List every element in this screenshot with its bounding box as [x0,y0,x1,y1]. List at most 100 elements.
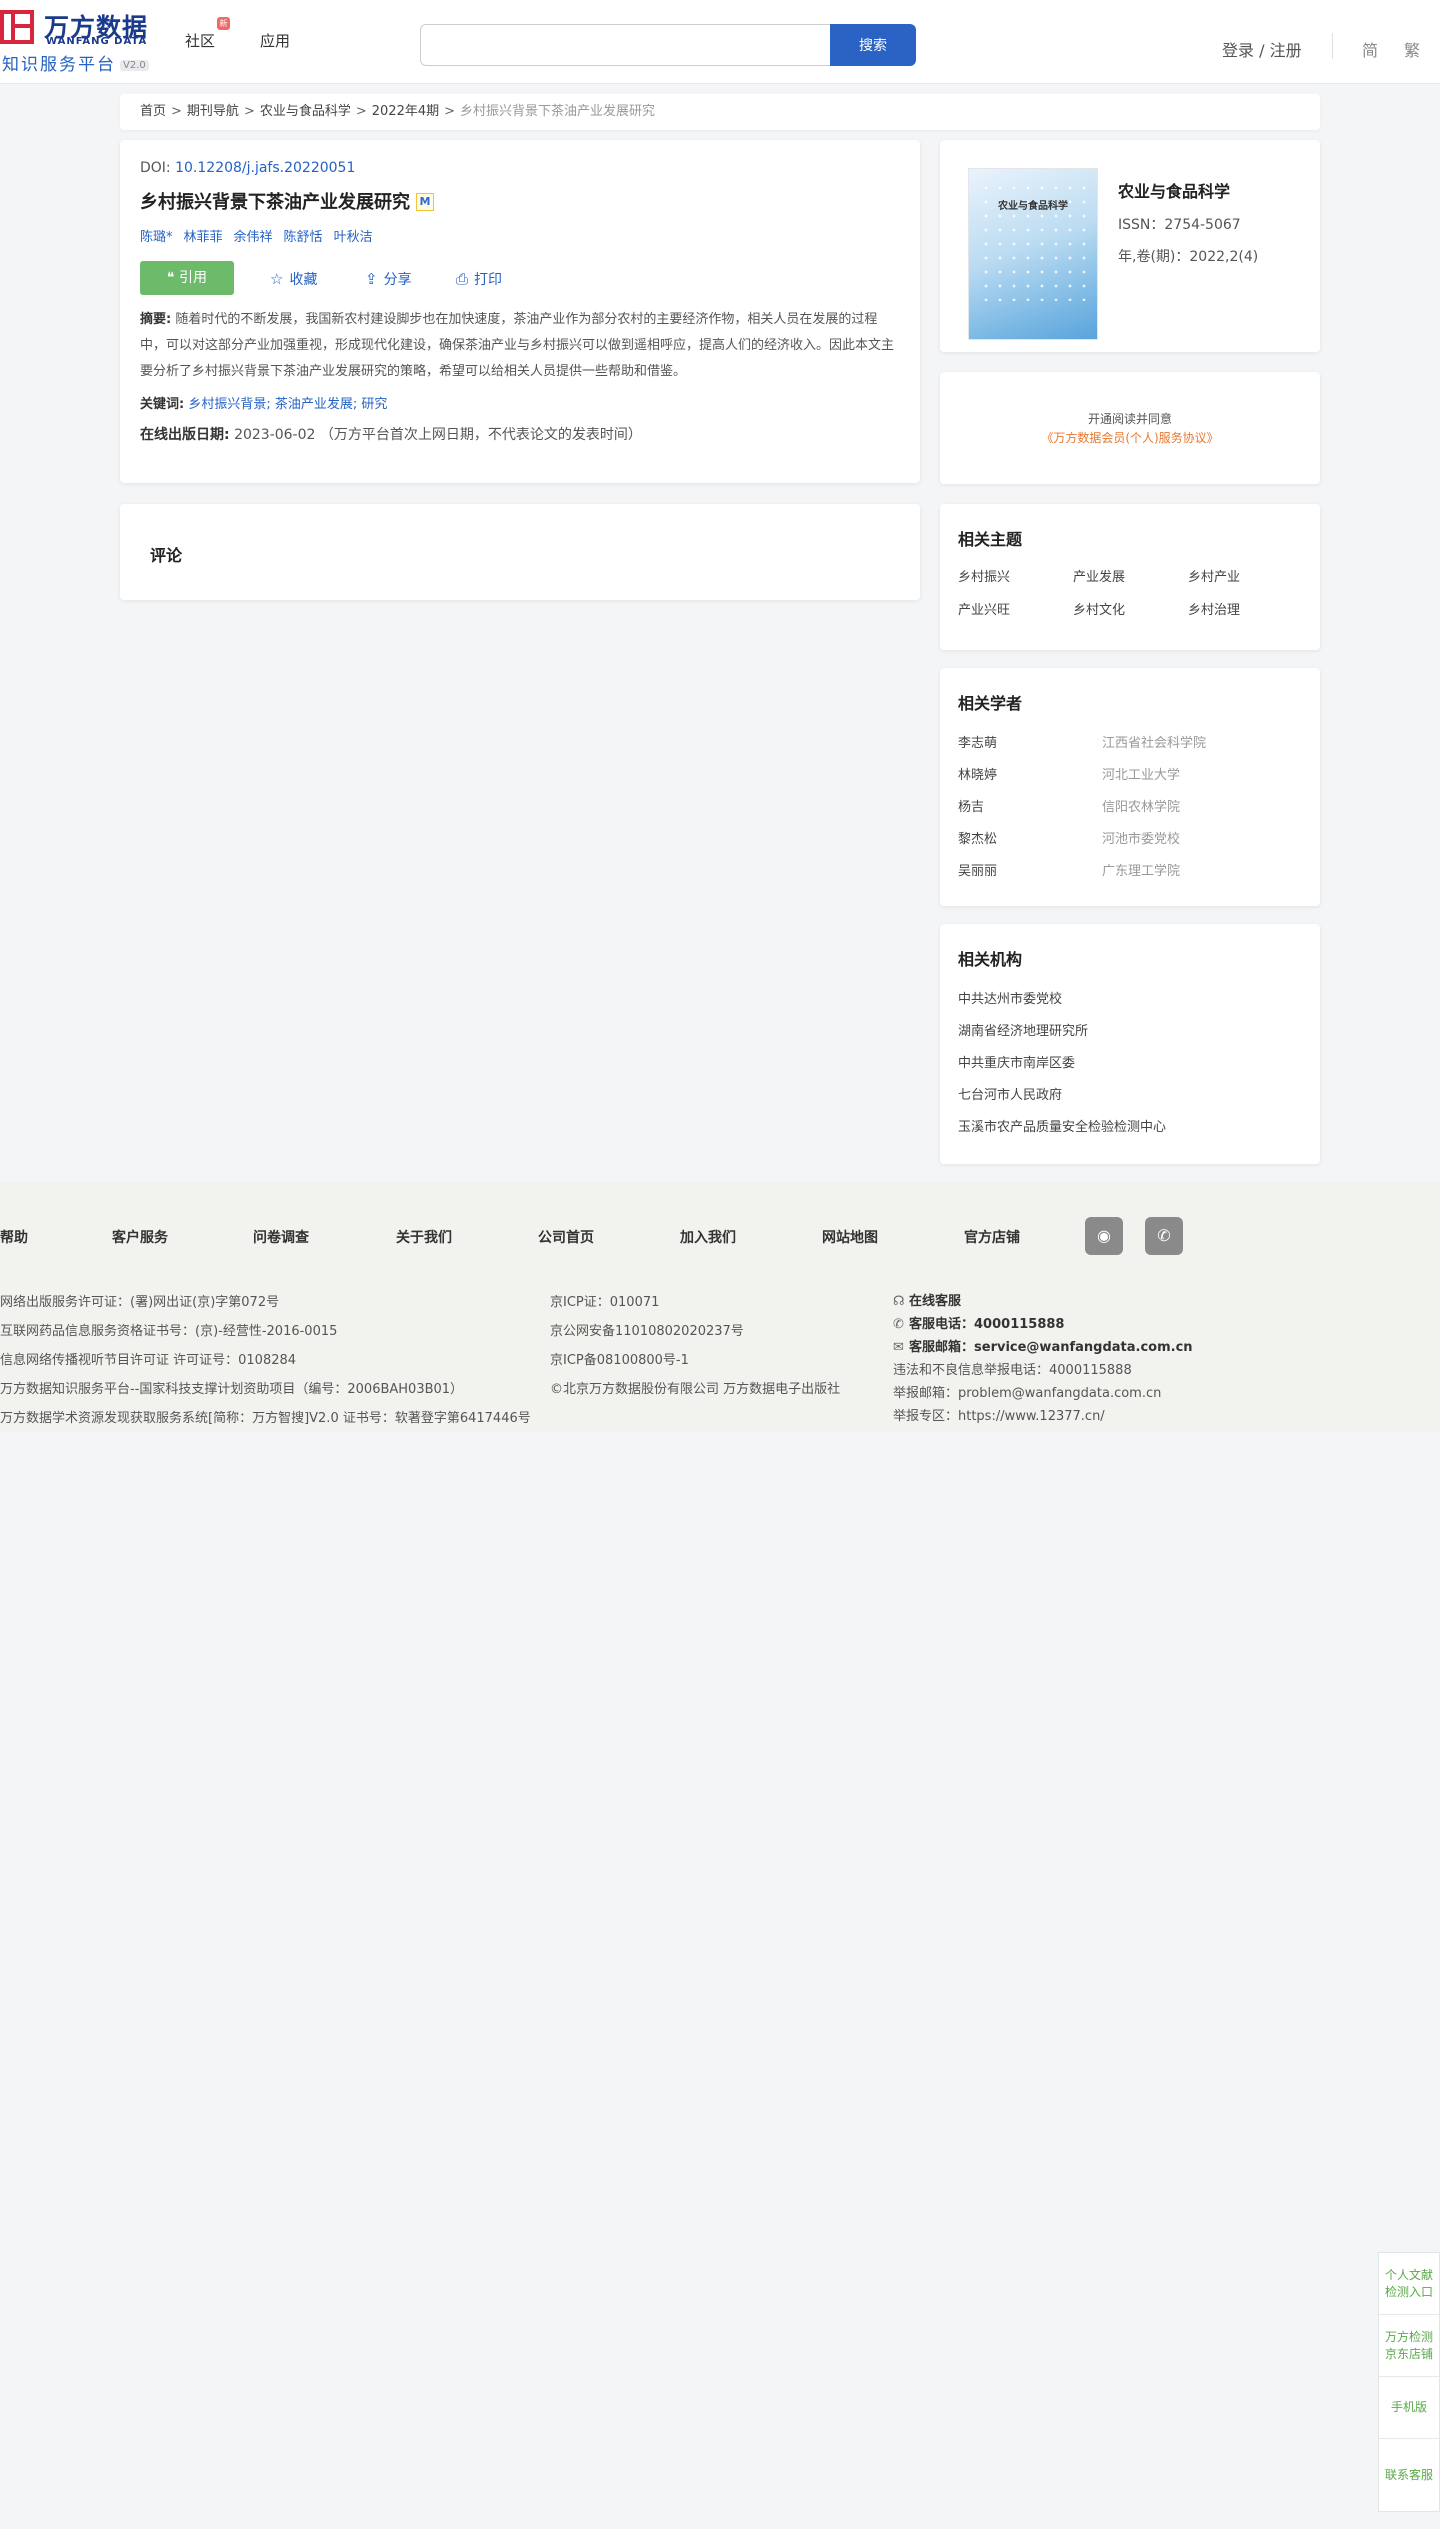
lang-traditional[interactable]: 繁 [1404,37,1420,61]
phone-icon: ✆ [893,1317,904,1332]
topic-link[interactable]: 乡村产业 [1188,566,1303,585]
nav-apps[interactable]: 应用 [260,30,290,51]
online-service[interactable]: ☊ 在线客服 [893,1290,1193,1313]
abstract-text: 随着时代的不断发展，我国新农村建设脚步也在加快速度，茶油产业作为部分农村的主要经… [140,312,895,379]
report-email: 举报邮箱：problem@wanfangdata.com.cn [893,1386,1162,1401]
footer-link-sitemap[interactable]: 网站地图 [822,1227,878,1247]
scholar-org[interactable]: 广东理工学院 [1102,860,1180,879]
scholar-row: 林晓婷 河北工业大学 [958,764,1302,796]
abstract: 摘要: 随着时代的不断发展，我国新农村建设脚步也在加快速度，茶油产业作为部分农村… [140,307,900,385]
service-phone: ✆ 客服电话：4000115888 [893,1313,1193,1336]
journal-card: 农业与食品科学 农业与食品科学 ISSN：2754-5067 年,卷(期)：20… [940,140,1320,352]
headset-icon: ☊ [893,1294,905,1309]
wechat-icon[interactable]: ✆ [1145,1217,1183,1255]
footer-link-company[interactable]: 公司首页 [538,1227,594,1247]
sidebar-personal-check[interactable]: 个人文献检测入口 [1379,2253,1439,2315]
scholar-name[interactable]: 李志萌 [958,736,997,751]
footer-link-help[interactable]: 帮助 [0,1227,28,1247]
scholar-name[interactable]: 黎杰松 [958,832,997,847]
abstract-label: 摘要: [140,312,172,327]
mail-icon: ✉ [893,1340,904,1355]
search-input[interactable] [420,24,830,66]
author-link[interactable]: 余伟祥 [234,230,273,245]
org-link[interactable]: 中共达州市委党校 [958,992,1062,1007]
keywords-links[interactable]: 乡村振兴背景; 茶油产业发展; 研究 [188,397,387,412]
membership-agreement-link[interactable]: 《万方数据会员(个人)服务协议》 [940,429,1320,446]
doi-line: DOI: 10.12208/j.jafs.20220051 [140,160,356,176]
org-link[interactable]: 玉溪市农产品质量安全检验检测中心 [958,1120,1166,1135]
license-line: 信息网络传播视听节目许可证 许可证号：0108284 [0,1353,297,1368]
breadcrumb-home[interactable]: 首页 [140,104,166,119]
wanfang-logo-icon [0,10,34,44]
lang-simplified[interactable]: 简 [1362,37,1378,61]
license-line: 互联网药品信息服务资格证书号：(京)-经营性-2016-0015 [0,1324,338,1339]
topic-link[interactable]: 乡村治理 [1188,599,1303,618]
icp-line: 京ICP备08100800号-1 [550,1353,689,1368]
journal-name[interactable]: 农业与食品科学 [1118,178,1230,202]
scholar-org[interactable]: 河池市委党校 [1102,828,1180,847]
new-badge: 新 [217,17,230,30]
license-line: 网络出版服务许可证：(署)网出证(京)字第072号 [0,1295,280,1310]
breadcrumb-separator: > [243,104,255,119]
printer-icon: ⎙ [456,270,469,288]
pubdate-value: 2023-06-02 [234,427,316,443]
related-scholars-card: 相关学者 李志萌 江西省社会科学院 林晓婷 河北工业大学 杨吉 信阳农林学院 黎杰松 河… [940,668,1320,906]
sidebar-contact[interactable]: 联系客服 [1379,2439,1439,2511]
topic-link[interactable]: 乡村文化 [1073,599,1188,618]
comment-heading: 评论 [150,546,183,565]
search-button[interactable]: 搜索 [830,24,916,66]
org-link[interactable]: 七台河市人民政府 [958,1088,1062,1103]
license-line: 万方数据学术资源发现获取服务系统[简称：万方智搜]V2.0 证书号：软著登字第6… [0,1411,531,1426]
breadcrumb: 首页 > 期刊导航 > 农业与食品科学 >2022年4期 > 乡村振兴背景下茶油产业发展研究 [120,94,1320,130]
footer-link-about[interactable]: 关于我们 [396,1227,452,1247]
sidebar-mobile[interactable]: 手机版 [1379,2377,1439,2439]
author-link[interactable]: 陈舒恬 [284,230,323,245]
login-register-link[interactable]: 登录 / 注册 [1222,37,1302,61]
topic-link[interactable]: 乡村振兴 [958,566,1073,585]
page-footer: 帮助 客户服务 问卷调查 关于我们 公司首页 加入我们 网站地图 官方店铺 ◉ … [0,1182,1440,1432]
journal-cover[interactable]: 农业与食品科学 [968,168,1098,340]
membership-prompt: 开通阅读并同意 [1087,412,1172,426]
keywords-label: 关键词: [140,397,185,412]
top-header: 万方数据 WANFANG DATA 知识服务平台 V2.0 社区 新 应用 搜索 … [0,0,1440,84]
version-badge: V2.0 [120,59,149,71]
weibo-icon[interactable]: ◉ [1085,1217,1123,1255]
footer-link-survey[interactable]: 问卷调查 [253,1227,309,1247]
breadcrumb-journal[interactable]: 农业与食品科学 [260,104,351,119]
scholar-name[interactable]: 杨吉 [958,800,984,815]
wanfang-logo[interactable]: 万方数据 WANFANG DATA 知识服务平台 V2.0 [0,8,160,75]
scholar-org[interactable]: 江西省社会科学院 [1102,732,1206,751]
org-list: 中共达州市委党校 湖南省经济地理研究所 中共重庆市南岸区委 七台河市人民政府 玉… [958,988,1302,1148]
author-link[interactable]: 叶秋洁 [334,230,373,245]
star-icon: ☆ [270,270,284,288]
icp-line: 京公网安备11010802020237号 [550,1324,744,1339]
scholar-org[interactable]: 信阳农林学院 [1102,796,1180,815]
cite-button[interactable]: ❝ 引用 [140,261,234,295]
sidebar-jd-store[interactable]: 万方检测京东店铺 [1379,2315,1439,2377]
license-line: 万方数据知识服务平台--国家科技支撑计划资助项目（编号：2006BAH03B01… [0,1382,464,1397]
breadcrumb-journal-nav[interactable]: 期刊导航 [187,104,239,119]
org-link[interactable]: 中共重庆市南岸区委 [958,1056,1075,1071]
scholar-name[interactable]: 吴丽丽 [958,864,997,879]
doi-link[interactable]: 10.12208/j.jafs.20220051 [175,160,355,176]
cover-title: 农业与食品科学 [998,201,1068,212]
footer-link-join[interactable]: 加入我们 [680,1227,736,1247]
topic-link[interactable]: 产业发展 [1073,566,1188,585]
breadcrumb-issue[interactable]: 2022年4期 [372,104,439,119]
share-icon: ⇪ [365,270,378,288]
topic-link[interactable]: 产业兴旺 [958,599,1073,618]
author-link[interactable]: 林菲菲 [184,230,223,245]
print-button[interactable]: ⎙ 打印 [456,269,502,289]
org-link[interactable]: 湖南省经济地理研究所 [958,1024,1088,1039]
footer-link-service[interactable]: 客户服务 [112,1227,168,1247]
breadcrumb-separator: > [355,104,367,119]
scholar-org[interactable]: 河北工业大学 [1102,764,1180,783]
nav-community[interactable]: 社区 [185,30,215,51]
header-divider [1332,33,1333,59]
favorite-button[interactable]: ☆ 收藏 [270,269,317,289]
share-button[interactable]: ⇪ 分享 [365,269,412,289]
scholar-name[interactable]: 林晓婷 [958,768,997,783]
footer-link-store[interactable]: 官方店铺 [964,1227,1020,1247]
author-link[interactable]: 陈璐* [140,230,173,245]
footer-icp-column: 京ICP证：010071 京公网安备11010802020237号 京ICP备0… [550,1288,840,1404]
